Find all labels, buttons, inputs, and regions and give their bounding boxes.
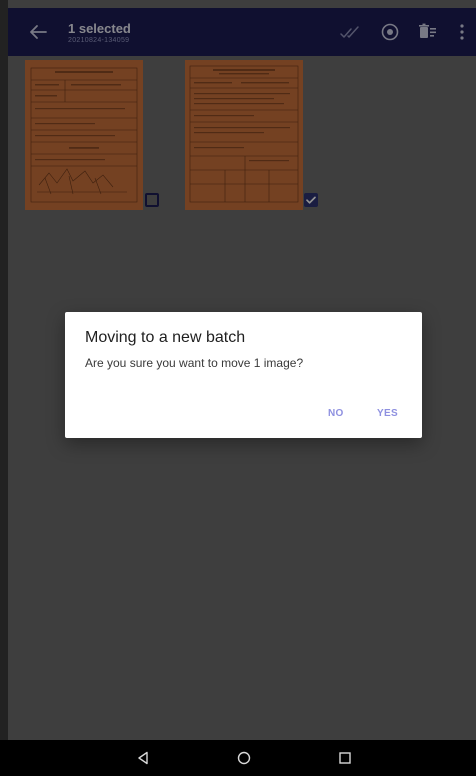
system-nav-bar	[0, 740, 476, 776]
dialog-title: Moving to a new batch	[85, 329, 246, 346]
yes-button[interactable]: YES	[377, 408, 398, 419]
dialog-message: Are you sure you want to move 1 image?	[85, 356, 304, 370]
screen: 1 selected 20210824-134059 Moving to a n…	[0, 0, 476, 776]
back-triangle-icon[interactable]	[134, 749, 152, 767]
recents-square-icon[interactable]	[336, 749, 354, 767]
home-circle-icon[interactable]	[235, 749, 253, 767]
move-batch-dialog: Moving to a new batch Are you sure you w…	[65, 312, 422, 438]
no-button[interactable]: NO	[328, 408, 344, 419]
